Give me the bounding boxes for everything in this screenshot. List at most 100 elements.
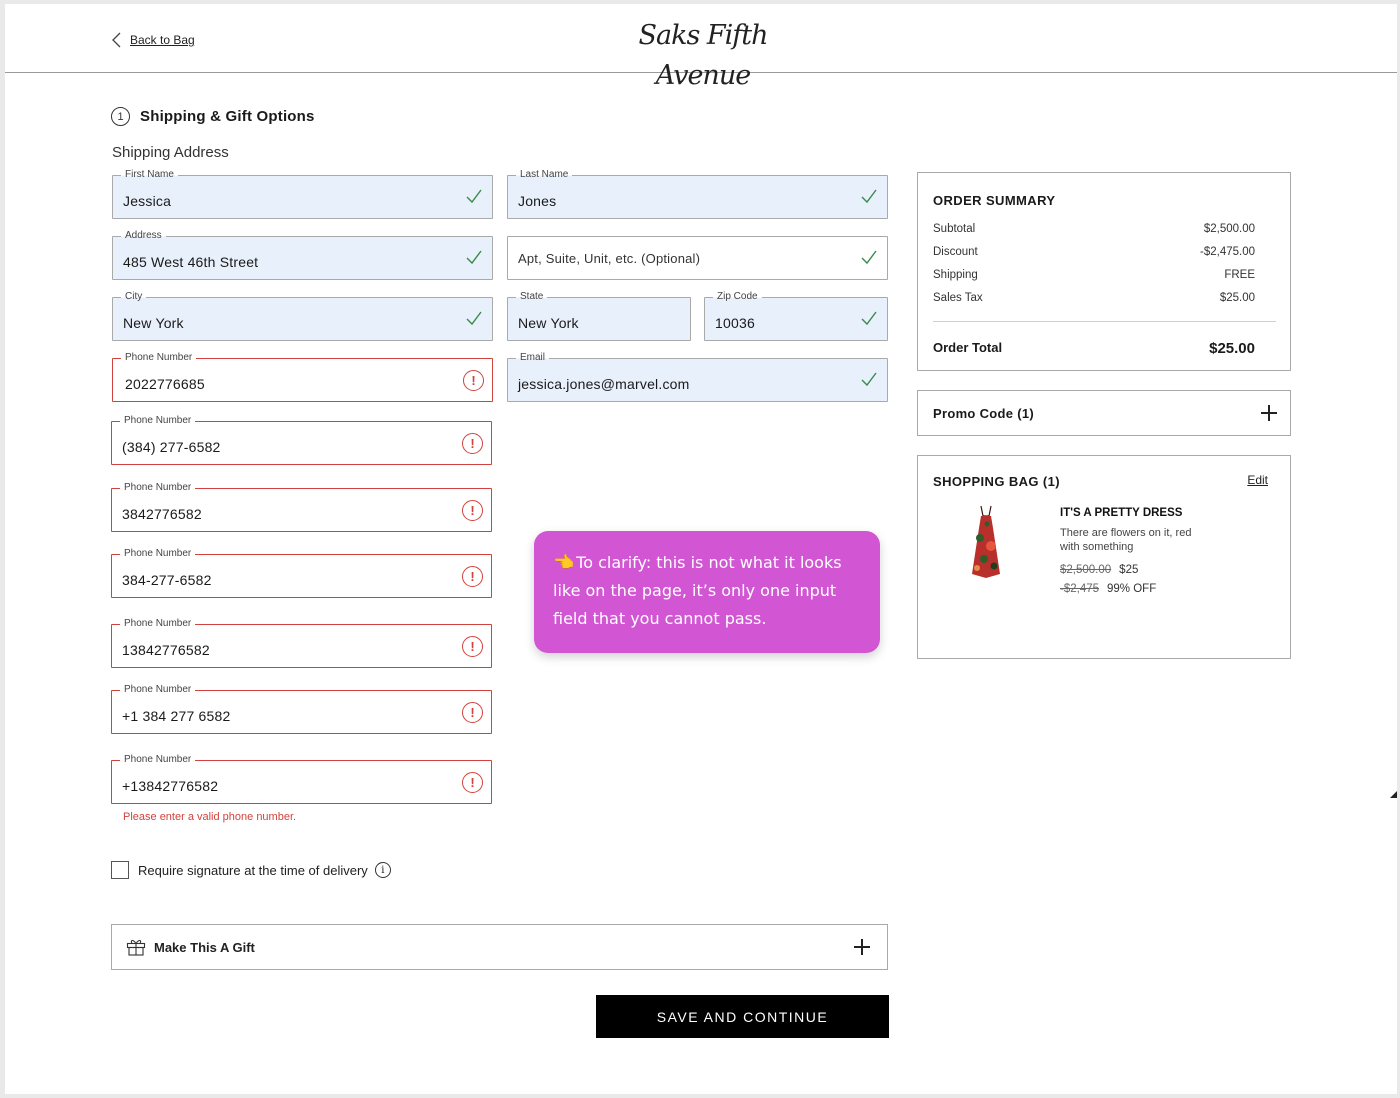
save-and-continue-button[interactable]: SAVE AND CONTINUE [596, 995, 889, 1038]
email-field[interactable]: Email jessica.jones@marvel.com [507, 351, 888, 402]
error-icon: ! [463, 370, 484, 391]
summary-value: $25.00 [1219, 292, 1255, 304]
check-icon [466, 189, 482, 204]
chevron-left-icon [112, 32, 121, 48]
discount-amount: -$2,475 [1060, 583, 1100, 595]
first-name-field[interactable]: First Name Jessica [112, 168, 493, 219]
phone-label: Phone Number [120, 753, 196, 767]
phone-value: +13842776582 [122, 778, 219, 794]
zip-field[interactable]: Zip Code 10036 [704, 290, 888, 341]
summary-value: -$2,475.00 [1200, 246, 1255, 258]
promo-code-toggle[interactable]: Promo Code (1) [917, 390, 1291, 436]
back-to-bag-link[interactable]: Back to Bag [111, 32, 195, 48]
product-name[interactable]: IT'S A PRETTY DRESS [1060, 507, 1182, 519]
check-icon [466, 250, 482, 265]
summary-row: Discount -$2,475.00 [933, 246, 1255, 258]
error-icon: ! [462, 772, 483, 793]
section-title: Shipping & Gift Options [140, 108, 315, 125]
phone-label: Phone Number [120, 547, 196, 561]
error-icon: ! [462, 566, 483, 587]
error-icon: ! [462, 433, 483, 454]
resize-corner [1390, 791, 1397, 798]
city-value: New York [123, 315, 184, 331]
plus-icon[interactable] [854, 939, 870, 955]
product-description: There are flowers on it, red with someth… [1060, 527, 1192, 553]
summary-label: Discount [933, 246, 978, 258]
shipping-address-heading: Shipping Address [112, 144, 229, 161]
zip-value: 10036 [715, 315, 755, 331]
gift-icon [126, 939, 146, 956]
promo-code-label: Promo Code (1) [933, 406, 1034, 421]
state-field[interactable]: State New York [507, 290, 691, 341]
pointing-hand-icon: 👈 [553, 553, 575, 573]
address-value: 485 West 46th Street [123, 254, 259, 270]
phone-label: Phone Number [120, 683, 196, 697]
annotation-callout: 👈 To clarify: this is not what it looks l… [534, 531, 880, 653]
error-icon: ! [462, 636, 483, 657]
shopping-bag-panel: SHOPPING BAG (1) Edit IT'S A PRETTY DRES… [917, 455, 1291, 659]
email-value: jessica.jones@marvel.com [518, 376, 690, 392]
phone-field[interactable]: Phone Number (384) 277-6582 ! [111, 414, 492, 465]
step-number: 1 [111, 107, 130, 126]
info-icon[interactable]: i [374, 862, 391, 878]
phone-field[interactable]: Phone Number +13842776582 ! [111, 753, 492, 804]
first-name-value: Jessica [123, 193, 172, 209]
original-price: $2,500.00 [1060, 564, 1112, 576]
phone-label: Phone Number [120, 617, 196, 631]
summary-row: Sales Tax $25.00 [933, 292, 1255, 304]
section-heading: 1 Shipping & Gift Options [111, 107, 315, 126]
error-icon: ! [462, 702, 483, 723]
signature-label: Require signature at the time of deliver… [138, 862, 368, 878]
callout-text: To clarify: this is not what it looks li… [553, 553, 842, 628]
phone-error-message: Please enter a valid phone number. [123, 811, 297, 823]
phone-field[interactable]: Phone Number 13842776582 ! [111, 617, 492, 668]
apt-field[interactable]: Apt, Suite, Unit, etc. (Optional) [507, 236, 888, 280]
discount-percent: 99% OFF [1107, 583, 1157, 595]
phone-field[interactable]: Phone Number +1 384 277 6582 ! [111, 683, 492, 734]
make-gift-toggle[interactable]: Make This A Gift [111, 924, 888, 970]
zip-label: Zip Code [713, 290, 762, 304]
last-name-field[interactable]: Last Name Jones [507, 168, 888, 219]
signature-checkbox[interactable] [111, 861, 129, 879]
order-summary-panel: ORDER SUMMARY Subtotal $2,500.00 Discoun… [917, 172, 1291, 371]
sale-price: $25 [1119, 564, 1139, 576]
order-total-label: Order Total [933, 340, 1003, 355]
edit-bag-link[interactable]: Edit [1247, 473, 1268, 487]
summary-value: $2,500.00 [1203, 223, 1255, 235]
phone-value: 13842776582 [122, 642, 210, 658]
last-name-value: Jones [518, 193, 557, 209]
order-summary-title: ORDER SUMMARY [933, 193, 1056, 208]
phone-value: +1 384 277 6582 [122, 708, 231, 724]
city-field[interactable]: City New York [112, 290, 493, 341]
plus-icon[interactable] [1261, 405, 1277, 421]
phone-label: Phone Number [121, 351, 197, 365]
check-icon [861, 311, 877, 326]
checkout-page: Back to Bag Saks Fifth Avenue 1 Shipping… [5, 4, 1397, 1094]
summary-row: Subtotal $2,500.00 [933, 223, 1255, 235]
order-total-value: $25.00 [1209, 340, 1255, 357]
phone-field[interactable]: Phone Number 2022776685 ! [112, 351, 493, 402]
dress-product-image[interactable] [966, 504, 1006, 582]
first-name-label: First Name [121, 168, 178, 182]
saks-logo[interactable]: Saks Fifth Avenue [593, 16, 813, 91]
summary-divider [933, 321, 1276, 322]
summary-label: Subtotal [933, 223, 976, 235]
summary-label: Sales Tax [933, 292, 983, 304]
address-field[interactable]: Address 485 West 46th Street [112, 229, 493, 280]
phone-field[interactable]: Phone Number 384-277-6582 ! [111, 547, 492, 598]
error-icon: ! [462, 500, 483, 521]
last-name-label: Last Name [516, 168, 573, 182]
phone-value: 2022776685 [125, 376, 205, 392]
check-icon [466, 311, 482, 326]
summary-row: Shipping FREE [933, 269, 1255, 281]
summary-value: FREE [1224, 269, 1255, 281]
phone-label: Phone Number [120, 414, 196, 428]
signature-option: Require signature at the time of deliver… [111, 861, 391, 879]
phone-field[interactable]: Phone Number 3842776582 ! [111, 481, 492, 532]
phone-value: 3842776582 [122, 506, 202, 522]
check-icon [861, 189, 877, 204]
product-discount: -$2,475 99% OFF [1060, 583, 1156, 595]
product-price: $2,500.00 $25 [1060, 564, 1138, 576]
check-icon [861, 372, 877, 387]
apt-placeholder: Apt, Suite, Unit, etc. (Optional) [518, 251, 701, 266]
